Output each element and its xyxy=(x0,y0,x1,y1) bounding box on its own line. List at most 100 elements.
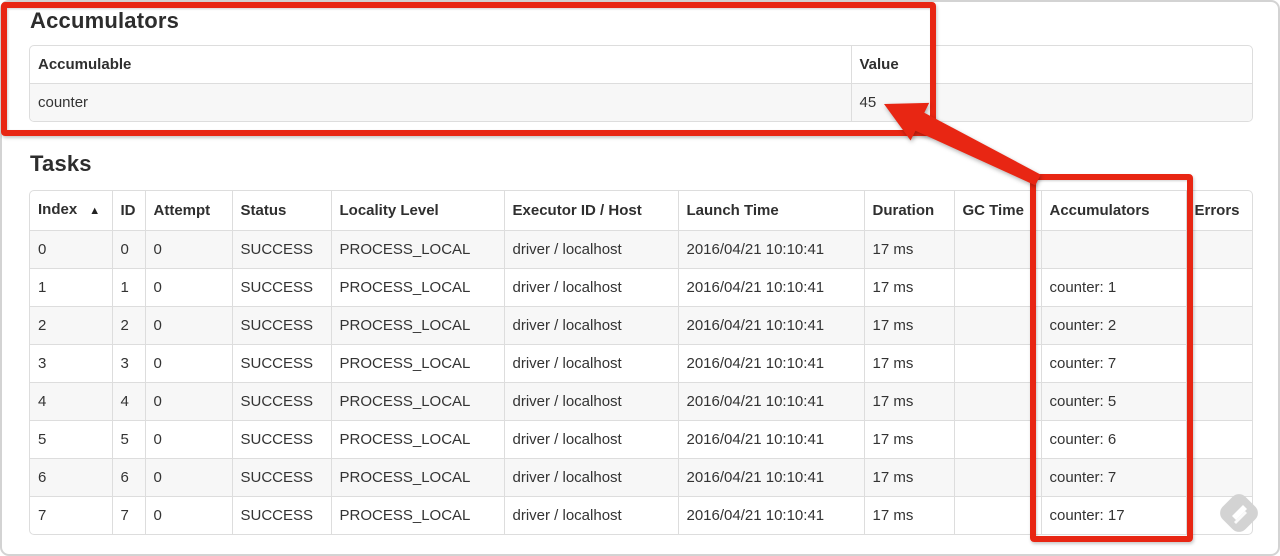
cell-errors xyxy=(1185,268,1252,307)
column-header-attempt[interactable]: Attempt xyxy=(144,191,232,231)
column-header-gc-time[interactable]: GC Time xyxy=(953,191,1041,231)
cell-locality-level: PROCESS_LOCAL xyxy=(330,420,504,459)
cell-locality-level: PROCESS_LOCAL xyxy=(330,382,504,421)
tasks-section-heading: Tasks xyxy=(30,151,92,176)
table-row: 0 0 0 SUCCESS PROCESS_LOCAL driver / localhos… xyxy=(30,230,1252,269)
cell-attempt: 0 xyxy=(144,382,232,421)
column-header-value[interactable]: Value xyxy=(850,46,1252,84)
cell-executor-id-host: driver / localhost xyxy=(503,344,678,383)
column-header-errors[interactable]: Errors xyxy=(1185,191,1252,231)
cell-locality-level: PROCESS_LOCAL xyxy=(330,458,504,497)
cell-errors xyxy=(1185,344,1252,383)
cell-attempt: 0 xyxy=(144,420,232,459)
cell-locality-level: PROCESS_LOCAL xyxy=(330,306,504,345)
column-header-accumulable[interactable]: Accumulable xyxy=(30,46,851,84)
cell-value: 45 xyxy=(850,83,1252,121)
cell-status: SUCCESS xyxy=(231,268,331,307)
cell-locality-level: PROCESS_LOCAL xyxy=(330,230,504,269)
table-row: 6 6 0 SUCCESS PROCESS_LOCAL driver / localhos… xyxy=(30,458,1252,497)
cell-index: 5 xyxy=(30,420,112,459)
cell-accumulators xyxy=(1040,230,1186,269)
column-header-duration[interactable]: Duration xyxy=(863,191,954,231)
cell-id: 0 xyxy=(111,230,145,269)
cell-status: SUCCESS xyxy=(231,306,331,345)
cell-status: SUCCESS xyxy=(231,420,331,459)
accumulators-table-wrap: Accumulable Value counter 45 xyxy=(29,45,1253,122)
cell-duration: 17 ms xyxy=(863,420,954,459)
cell-index: 3 xyxy=(30,344,112,383)
cell-status: SUCCESS xyxy=(231,496,331,534)
cell-launch-time: 2016/04/21 10:10:41 xyxy=(677,458,864,497)
cell-gc-time xyxy=(953,344,1041,383)
cell-accumulators: counter: 6 xyxy=(1040,420,1186,459)
cell-id: 3 xyxy=(111,344,145,383)
cell-gc-time xyxy=(953,458,1041,497)
cell-id: 5 xyxy=(111,420,145,459)
cell-locality-level: PROCESS_LOCAL xyxy=(330,496,504,534)
cell-executor-id-host: driver / localhost xyxy=(503,420,678,459)
cell-duration: 17 ms xyxy=(863,344,954,383)
cell-id: 4 xyxy=(111,382,145,421)
cell-launch-time: 2016/04/21 10:10:41 xyxy=(677,344,864,383)
cell-errors xyxy=(1185,306,1252,345)
cell-attempt: 0 xyxy=(144,496,232,534)
cell-accumulable: counter xyxy=(30,83,851,121)
table-row: counter 45 xyxy=(30,83,1252,121)
cell-id: 7 xyxy=(111,496,145,534)
column-header-status[interactable]: Status xyxy=(231,191,331,231)
cell-duration: 17 ms xyxy=(863,458,954,497)
cell-attempt: 0 xyxy=(144,268,232,307)
cell-accumulators: counter: 1 xyxy=(1040,268,1186,307)
cell-errors xyxy=(1185,496,1252,534)
cell-errors xyxy=(1185,420,1252,459)
cell-executor-id-host: driver / localhost xyxy=(503,268,678,307)
cell-status: SUCCESS xyxy=(231,382,331,421)
column-header-index[interactable]: Index ▲ xyxy=(30,191,112,231)
cell-id: 6 xyxy=(111,458,145,497)
column-header-executor-id-host[interactable]: Executor ID / Host xyxy=(503,191,678,231)
cell-executor-id-host: driver / localhost xyxy=(503,230,678,269)
cell-index: 2 xyxy=(30,306,112,345)
cell-attempt: 0 xyxy=(144,344,232,383)
cell-index: 1 xyxy=(30,268,112,307)
tasks-table-wrap: Index ▲ ID Attempt Status Locality Level Execu… xyxy=(29,190,1253,535)
cell-launch-time: 2016/04/21 10:10:41 xyxy=(677,420,864,459)
accumulators-header-row: Accumulable Value xyxy=(30,46,1252,84)
column-header-id[interactable]: ID xyxy=(111,191,145,231)
cell-launch-time: 2016/04/21 10:10:41 xyxy=(677,230,864,269)
cell-executor-id-host: driver / localhost xyxy=(503,306,678,345)
cell-index: 0 xyxy=(30,230,112,269)
cell-accumulators: counter: 17 xyxy=(1040,496,1186,534)
cell-launch-time: 2016/04/21 10:10:41 xyxy=(677,306,864,345)
column-header-launch-time[interactable]: Launch Time xyxy=(677,191,864,231)
cell-index: 6 xyxy=(30,458,112,497)
column-header-accumulators[interactable]: Accumulators xyxy=(1040,191,1186,231)
cell-gc-time xyxy=(953,230,1041,269)
cell-status: SUCCESS xyxy=(231,458,331,497)
cell-duration: 17 ms xyxy=(863,496,954,534)
cell-duration: 17 ms xyxy=(863,230,954,269)
cell-executor-id-host: driver / localhost xyxy=(503,458,678,497)
cell-executor-id-host: driver / localhost xyxy=(503,496,678,534)
cell-gc-time xyxy=(953,420,1041,459)
table-row: 2 2 0 SUCCESS PROCESS_LOCAL driver / localhos… xyxy=(30,306,1252,345)
tasks-header-row: Index ▲ ID Attempt Status Locality Level Execu… xyxy=(30,191,1252,231)
accumulators-section-heading: Accumulators xyxy=(30,8,180,33)
cell-duration: 17 ms xyxy=(863,382,954,421)
page-content: Accumulators Accumulable Value counter 45 … xyxy=(0,0,1280,535)
column-header-locality-level[interactable]: Locality Level xyxy=(330,191,504,231)
cell-executor-id-host: driver / localhost xyxy=(503,382,678,421)
sort-ascending-icon: ▲ xyxy=(89,205,101,217)
cell-status: SUCCESS xyxy=(231,344,331,383)
table-row: 7 7 0 SUCCESS PROCESS_LOCAL driver / localhos… xyxy=(30,496,1252,534)
cell-errors xyxy=(1185,230,1252,269)
cell-id: 1 xyxy=(111,268,145,307)
accumulators-table: Accumulable Value counter 45 xyxy=(30,46,1252,121)
cell-launch-time: 2016/04/21 10:10:41 xyxy=(677,382,864,421)
cell-gc-time xyxy=(953,496,1041,534)
cell-index: 4 xyxy=(30,382,112,421)
cell-id: 2 xyxy=(111,306,145,345)
cell-accumulators: counter: 5 xyxy=(1040,382,1186,421)
table-row: 3 3 0 SUCCESS PROCESS_LOCAL driver / localhos… xyxy=(30,344,1252,383)
cell-accumulators: counter: 7 xyxy=(1040,458,1186,497)
